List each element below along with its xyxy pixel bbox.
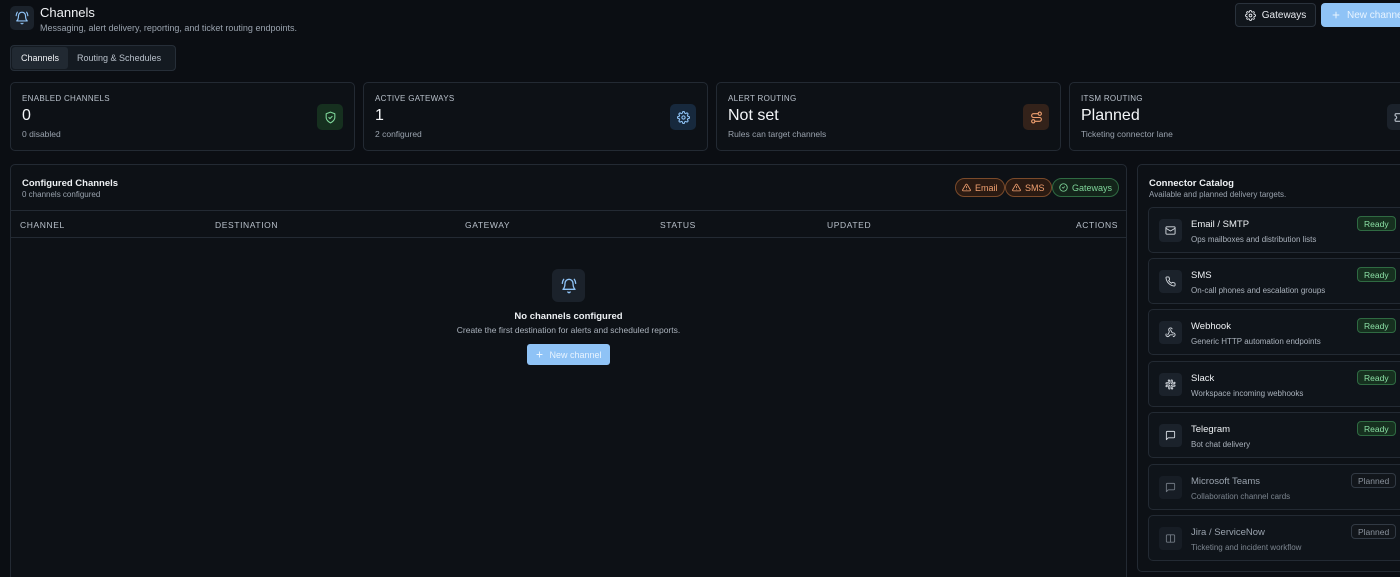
- connector-desc: On-call phones and escalation groups: [1191, 286, 1326, 295]
- tab-channels[interactable]: Channels: [12, 47, 69, 69]
- stat-value: Planned: [1081, 107, 1140, 124]
- mail-icon: [1159, 219, 1182, 242]
- new-channel-button[interactable]: New channel: [1321, 3, 1400, 27]
- catalog-title: Connector Catalog: [1149, 178, 1234, 189]
- gateways-button[interactable]: Gateways: [1235, 3, 1316, 27]
- stat-label: Enabled Channels: [22, 94, 110, 103]
- new-channel-empty-button[interactable]: New channel: [527, 344, 610, 365]
- chat-icon: [1159, 476, 1182, 499]
- chip-label: Gateways: [1072, 182, 1113, 193]
- connector-name: Email / SMTP: [1191, 219, 1250, 230]
- column-header-status[interactable]: Status: [660, 220, 696, 230]
- chat-icon: [1159, 424, 1182, 447]
- connector-desc: Ops mailboxes and distribution lists: [1191, 235, 1317, 244]
- column-header-destination[interactable]: Destination: [215, 220, 278, 230]
- plus-icon: [1331, 10, 1341, 20]
- page-subtitle: Messaging, alert delivery, reporting, an…: [40, 23, 297, 33]
- planned-badge: Planned: [1351, 524, 1397, 539]
- stat-value: 1: [375, 107, 384, 124]
- empty-state-subtitle: Create the first destination for alerts …: [456, 325, 681, 335]
- column-header-actions: Actions: [1076, 220, 1118, 230]
- route-icon: [1023, 104, 1049, 130]
- phone-icon: [1159, 270, 1182, 293]
- ready-badge: Ready: [1357, 216, 1396, 231]
- ready-badge: Ready: [1357, 318, 1396, 333]
- stat-sub: Rules can target channels: [728, 129, 827, 139]
- new-channel-empty-button-label: New channel: [549, 349, 602, 360]
- ticket-icon: [1387, 104, 1400, 130]
- connector-desc: Collaboration channel cards: [1191, 492, 1291, 501]
- sms-status-chip[interactable]: SMS: [1005, 178, 1052, 197]
- connector-sms[interactable]: SMS On-call phones and escalation groups…: [1148, 258, 1400, 304]
- gateways-status-chip[interactable]: Gateways: [1052, 178, 1120, 197]
- connector-name: Jira / ServiceNow: [1191, 527, 1265, 538]
- stat-label: ITSM Routing: [1081, 94, 1143, 103]
- warning-icon: [962, 183, 971, 192]
- connector-name: SMS: [1191, 270, 1212, 281]
- connector-desc: Generic HTTP automation endpoints: [1191, 337, 1321, 346]
- connector-jira-servicenow[interactable]: Jira / ServiceNow Ticketing and incident…: [1148, 515, 1400, 561]
- webhook-icon: [1159, 321, 1182, 344]
- connector-desc: Bot chat delivery: [1191, 440, 1251, 449]
- warning-icon: [1012, 183, 1021, 192]
- email-status-chip[interactable]: Email: [955, 178, 1005, 197]
- configured-channels-panel: Configured Channels 0 channels configure…: [10, 164, 1127, 577]
- plus-icon: [535, 350, 544, 359]
- ticket-icon: [1159, 527, 1182, 550]
- connector-name: Telegram: [1191, 424, 1231, 435]
- stat-value: Not set: [728, 107, 779, 124]
- page-title: Channels: [40, 5, 95, 20]
- stat-card-itsm-routing: ITSM Routing Planned Ticketing connector…: [1069, 82, 1400, 151]
- stat-value: 0: [22, 107, 31, 124]
- page-header: Channels Messaging, alert delivery, repo…: [10, 4, 297, 33]
- stat-label: Alert Routing: [728, 94, 797, 103]
- connector-catalog-panel: Connector Catalog Available and planned …: [1137, 164, 1400, 572]
- stat-card-alert-routing: Alert Routing Not set Rules can target c…: [716, 82, 1061, 151]
- panel-title: Configured Channels: [22, 178, 119, 189]
- panel-subtitle: 0 channels configured: [22, 190, 101, 199]
- chip-label: Email: [975, 182, 998, 193]
- connector-telegram[interactable]: Telegram Bot chat delivery Ready: [1148, 412, 1400, 458]
- new-channel-button-label: New channel: [1347, 9, 1400, 21]
- tab-bar: Channels Routing & Schedules: [10, 45, 176, 71]
- stat-sub: 0 disabled: [22, 129, 61, 139]
- stat-sub: 2 configured: [375, 129, 422, 139]
- gear-icon: [670, 104, 696, 130]
- stat-card-enabled-channels: Enabled Channels 0 0 disabled: [10, 82, 355, 151]
- column-header-gateway[interactable]: Gateway: [465, 220, 510, 230]
- table-header: Channel Destination Gateway Status Updat…: [11, 210, 1126, 238]
- planned-badge: Planned: [1351, 473, 1397, 488]
- connector-microsoft-teams[interactable]: Microsoft Teams Collaboration channel ca…: [1148, 464, 1400, 510]
- gateways-button-label: Gateways: [1261, 9, 1307, 21]
- ready-badge: Ready: [1357, 421, 1396, 436]
- shield-check-icon: [317, 104, 343, 130]
- connector-name: Microsoft Teams: [1191, 476, 1260, 487]
- connector-slack[interactable]: Slack Workspace incoming webhooks Ready: [1148, 361, 1400, 407]
- bell-icon: [552, 269, 585, 302]
- catalog-subtitle: Available and planned delivery targets.: [1149, 190, 1287, 199]
- connector-desc: Workspace incoming webhooks: [1191, 389, 1304, 398]
- connector-name: Webhook: [1191, 321, 1231, 332]
- connector-name: Slack: [1191, 373, 1215, 384]
- bell-icon: [10, 6, 34, 30]
- chip-label: SMS: [1025, 182, 1045, 193]
- ready-badge: Ready: [1357, 267, 1396, 282]
- connector-email-smtp[interactable]: Email / SMTP Ops mailboxes and distribut…: [1148, 207, 1400, 253]
- slack-icon: [1159, 373, 1182, 396]
- stat-card-active-gateways: Active Gateways 1 2 configured: [363, 82, 708, 151]
- column-header-updated[interactable]: Updated: [827, 220, 871, 230]
- check-circle-icon: [1059, 183, 1068, 192]
- tab-routing-schedules[interactable]: Routing & Schedules: [68, 47, 170, 69]
- empty-state-title: No channels configured: [514, 311, 623, 322]
- stat-sub: Ticketing connector lane: [1081, 129, 1173, 139]
- gear-icon: [1244, 9, 1256, 21]
- column-header-channel[interactable]: Channel: [20, 220, 65, 230]
- stat-label: Active Gateways: [375, 94, 455, 103]
- connector-desc: Ticketing and incident workflow: [1191, 543, 1302, 552]
- ready-badge: Ready: [1357, 370, 1396, 385]
- connector-webhook[interactable]: Webhook Generic HTTP automation endpoint…: [1148, 309, 1400, 355]
